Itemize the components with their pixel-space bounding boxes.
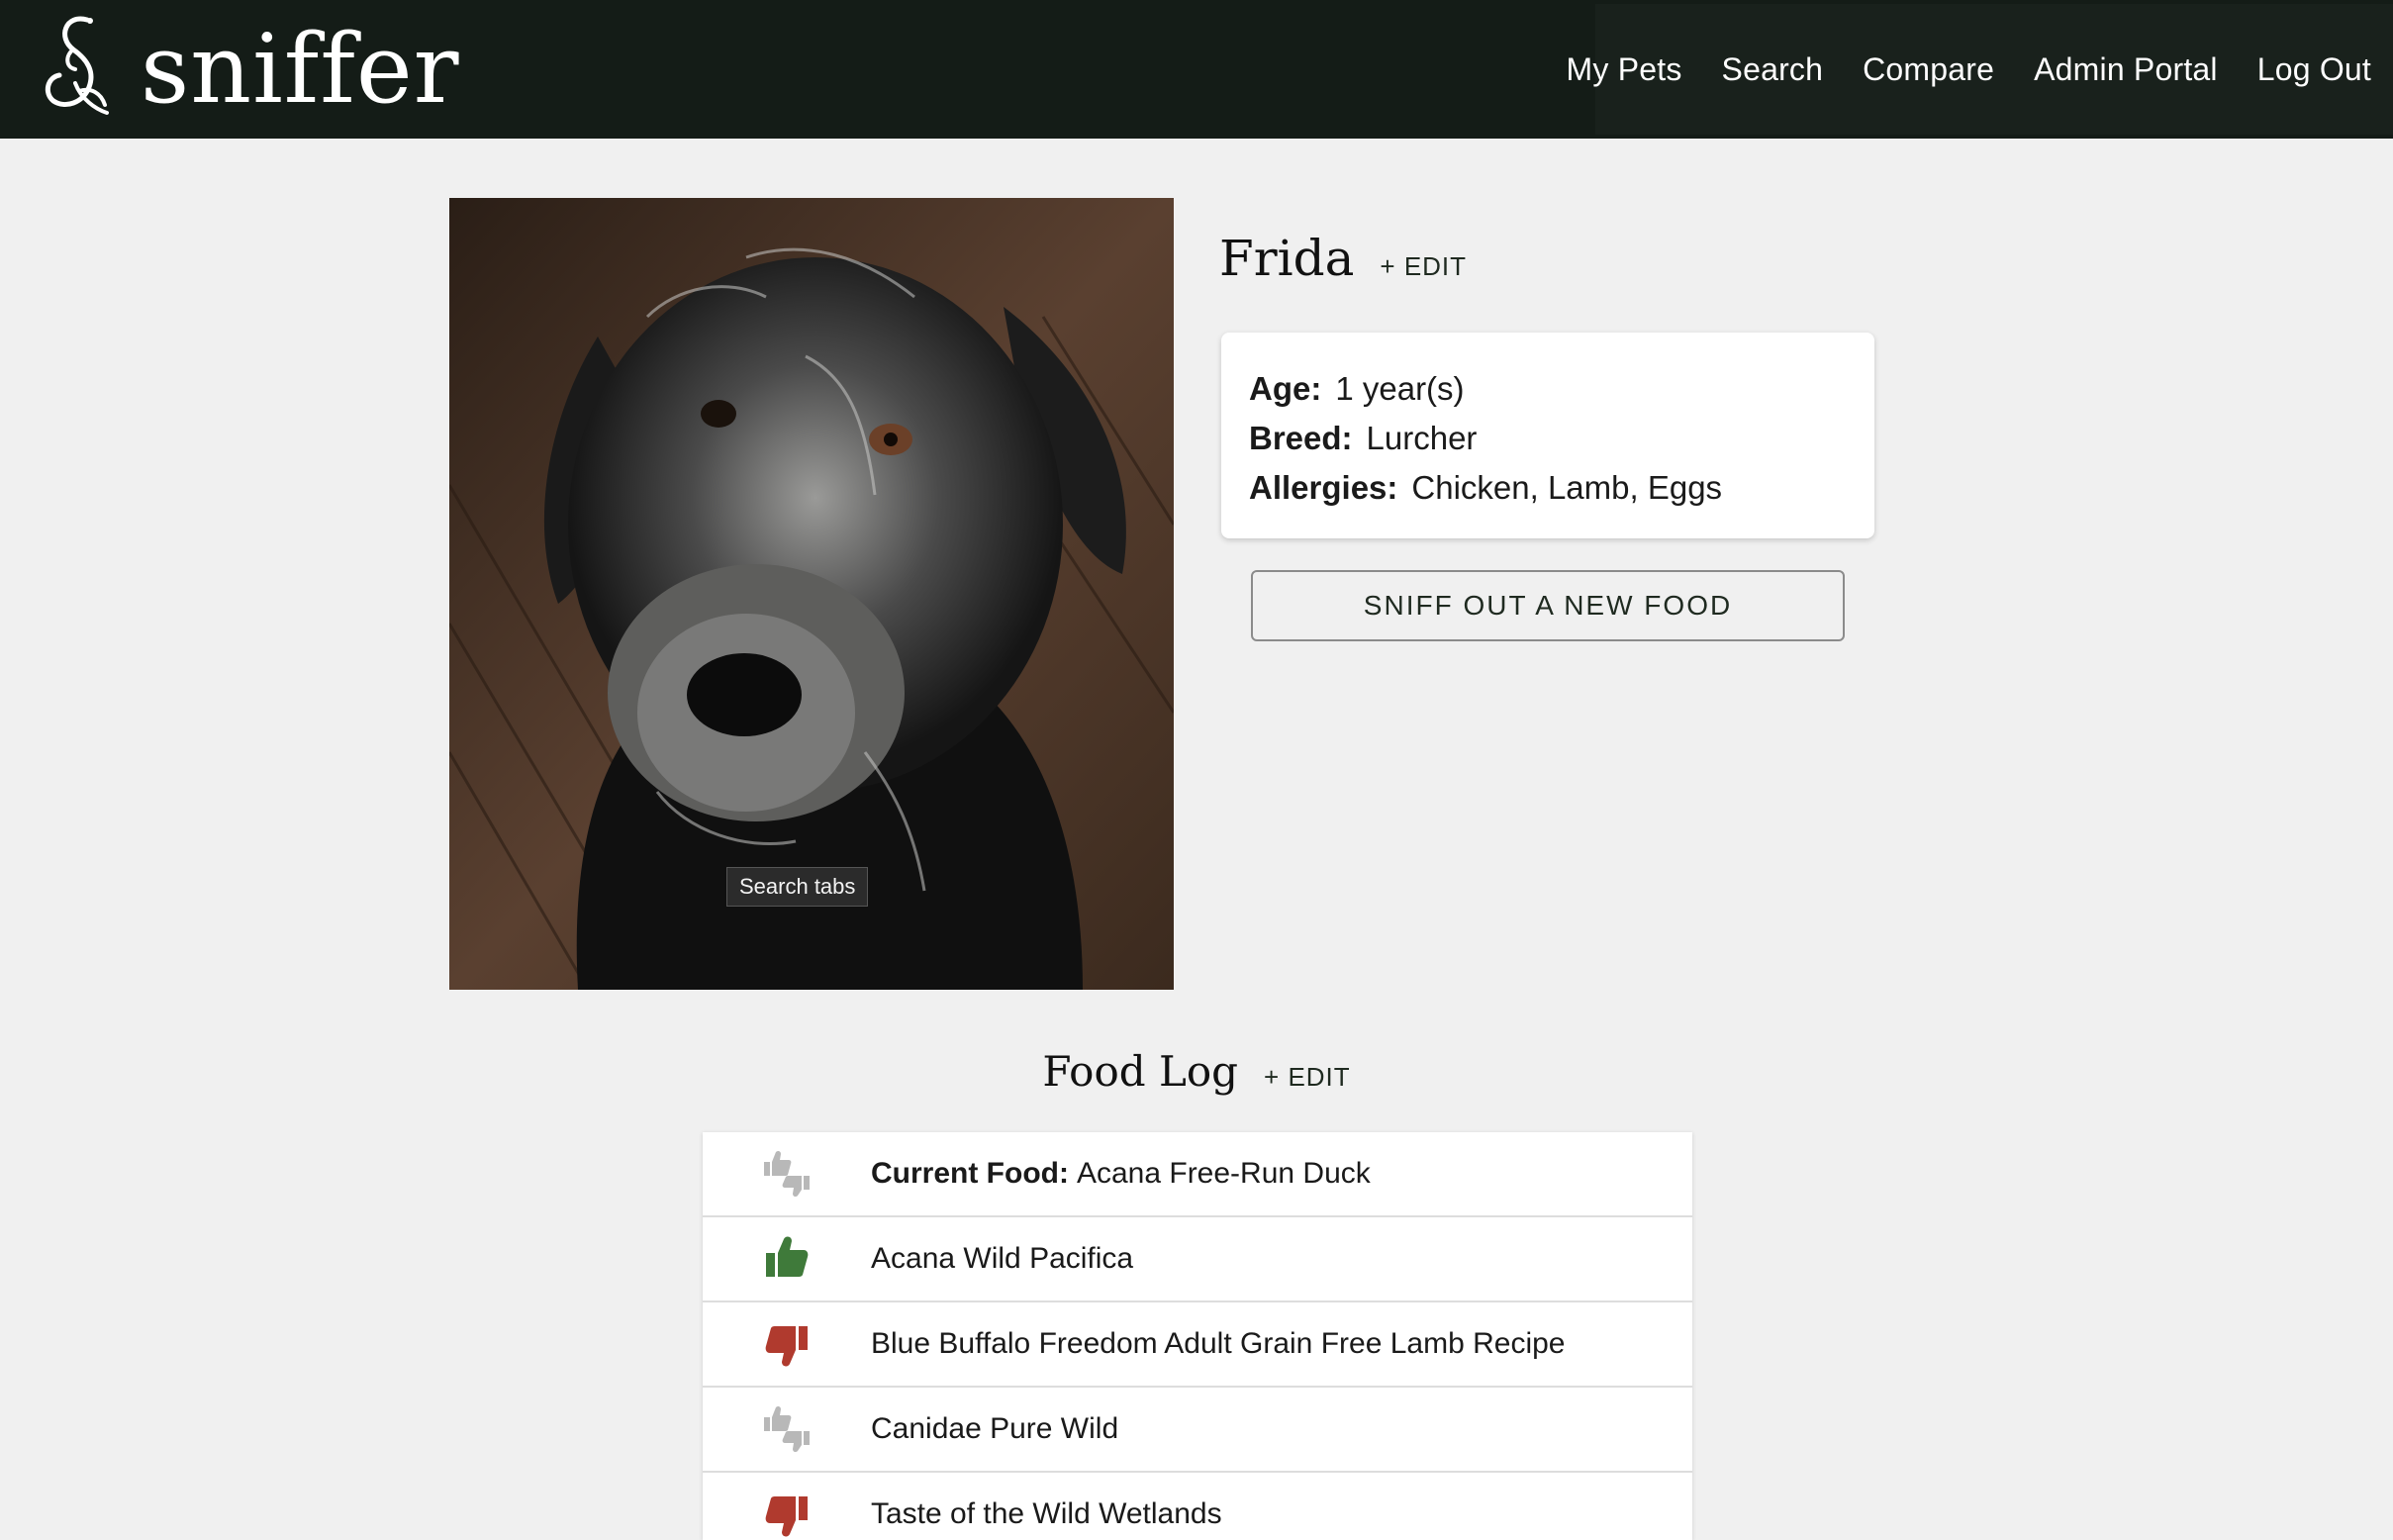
pet-header: Frida + EDIT (1219, 230, 1467, 287)
nav-link-compare[interactable]: Compare (1863, 51, 1994, 88)
food-log-title: Food Log (1042, 1047, 1239, 1096)
food-name: Canidae Pure Wild (871, 1412, 1119, 1445)
sniff-new-food-button[interactable]: SNIFF OUT A NEW FOOD (1251, 570, 1845, 641)
food-log-row[interactable]: Acana Wild Pacifica (703, 1217, 1692, 1302)
rating-cell[interactable] (703, 1320, 871, 1368)
top-nav: sniffer My Pets Search Compare Admin Por… (0, 0, 2393, 139)
age-value: 1 year(s) (1335, 370, 1465, 407)
allergies-value: Chicken, Lamb, Eggs (1411, 469, 1723, 506)
breed-label: Breed: (1249, 420, 1353, 456)
pet-name: Frida (1219, 230, 1355, 287)
thumbs-down-icon (765, 1326, 808, 1367)
nav-link-search[interactable]: Search (1722, 51, 1824, 88)
sniffer-logo-icon (45, 16, 109, 115)
age-label: Age: (1249, 370, 1322, 407)
food-log-row[interactable]: Blue Buffalo Freedom Adult Grain Free La… (703, 1302, 1692, 1388)
brand[interactable]: sniffer (36, 10, 460, 129)
food-log-header: Food Log + EDIT (0, 1047, 2393, 1096)
rating-cell[interactable] (703, 1150, 871, 1198)
food-log-row[interactable]: Canidae Pure Wild (703, 1388, 1692, 1473)
edit-food-log-link[interactable]: + EDIT (1264, 1062, 1351, 1093)
thumbs-down-icon (765, 1496, 808, 1537)
rating-cell[interactable] (703, 1235, 871, 1283)
food-log-list: Current Food: Acana Free-Run Duck Acana W… (703, 1132, 1692, 1540)
edit-pet-link[interactable]: + EDIT (1380, 251, 1467, 282)
age-row: Age: 1 year(s) (1249, 364, 1847, 414)
thumbs-up-icon (766, 1236, 809, 1277)
food-log-text: Blue Buffalo Freedom Adult Grain Free La… (871, 1327, 1565, 1361)
nav-link-log-out[interactable]: Log Out (2257, 51, 2371, 88)
food-log-row[interactable]: Taste of the Wild Wetlands (703, 1473, 1692, 1540)
food-log-text: Current Food: Acana Free-Run Duck (871, 1157, 1371, 1191)
thumbs-neutral-icon (764, 1405, 810, 1453)
food-log-text: Acana Wild Pacifica (871, 1242, 1133, 1276)
nav-link-my-pets[interactable]: My Pets (1567, 51, 1682, 88)
food-log-text: Canidae Pure Wild (871, 1412, 1118, 1446)
food-log-text: Taste of the Wild Wetlands (871, 1497, 1222, 1531)
breed-value: Lurcher (1366, 420, 1478, 456)
food-name: Acana Free-Run Duck (1076, 1157, 1371, 1190)
food-name: Acana Wild Pacifica (871, 1242, 1134, 1275)
brand-name: sniffer (141, 14, 460, 125)
rating-cell[interactable] (703, 1491, 871, 1538)
food-name: Blue Buffalo Freedom Adult Grain Free La… (871, 1327, 1566, 1360)
photo-tooltip: Search tabs (726, 867, 869, 907)
allergies-row: Allergies: Chicken, Lamb, Eggs (1249, 463, 1847, 513)
rating-cell[interactable] (703, 1405, 871, 1453)
nav-links: My Pets Search Compare Admin Portal Log … (1527, 0, 2371, 139)
current-food-label: Current Food: (871, 1157, 1069, 1190)
breed-row: Breed: Lurcher (1249, 414, 1847, 463)
food-log-row[interactable]: Current Food: Acana Free-Run Duck (703, 1132, 1692, 1217)
food-name: Taste of the Wild Wetlands (871, 1497, 1222, 1530)
pet-info-card: Age: 1 year(s) Breed: Lurcher Allergies: Ch… (1221, 333, 1874, 538)
allergies-label: Allergies: (1249, 469, 1398, 506)
thumbs-neutral-icon (764, 1150, 810, 1198)
nav-link-admin-portal[interactable]: Admin Portal (2034, 51, 2218, 88)
